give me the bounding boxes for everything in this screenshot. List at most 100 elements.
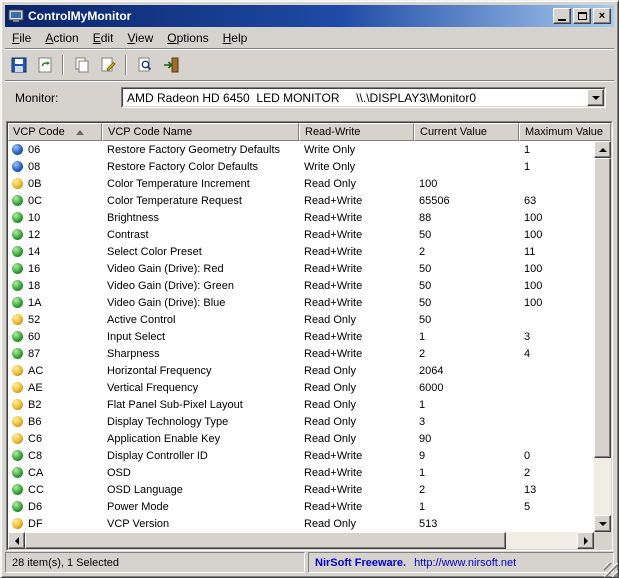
table-row[interactable]: 06 Restore Factory Geometry Defaults Wri…	[8, 141, 594, 158]
cell-read-write: Read+Write	[304, 262, 363, 275]
cell-vcp-code: AC	[28, 364, 44, 377]
cell-vcp-code: 18	[28, 279, 41, 292]
cell-maximum-value: 100	[524, 262, 543, 275]
save-icon	[11, 57, 26, 72]
cell-vcp-code-name: VCP Version	[107, 517, 170, 530]
monitor-combobox[interactable]: AMD Radeon HD 6450 LED MONITOR \\.\DISPL…	[121, 87, 606, 108]
table-row[interactable]: 52 Active Control Read Only 50	[8, 311, 594, 328]
table-row[interactable]: C8 Display Controller ID Read+Write 9 0	[8, 447, 594, 464]
horizontal-scrollbar[interactable]	[8, 532, 594, 549]
resize-grip[interactable]	[604, 563, 618, 577]
table-row[interactable]: AC Horizontal Frequency Read Only 2064	[8, 362, 594, 379]
title-bar: ControlMyMonitor ×	[5, 5, 614, 27]
sort-ascending-icon	[75, 129, 84, 135]
maximize-button[interactable]	[573, 8, 591, 24]
menu-help[interactable]: Help	[216, 29, 255, 48]
cell-vcp-code: 1A	[28, 296, 42, 309]
exit-icon	[163, 57, 178, 72]
nirsoft-url-link[interactable]: http://www.nirsoft.net	[414, 557, 516, 569]
vertical-scrollbar[interactable]	[594, 141, 611, 532]
cell-vcp-code-name: Restore Factory Geometry Defaults	[107, 143, 281, 156]
table-row[interactable]: C6 Application Enable Key Read Only 90	[8, 430, 594, 447]
cell-maximum-value: 1	[524, 143, 531, 156]
horizontal-scrollbar-thumb[interactable]	[25, 532, 506, 549]
table-row[interactable]: 0C Color Temperature Request Read+Write …	[8, 192, 594, 209]
vcp-status-icon	[12, 246, 23, 257]
vcp-status-icon	[12, 467, 23, 478]
cell-vcp-code-name: Application Enable Key	[107, 432, 221, 445]
cell-current-value: 1	[419, 466, 426, 479]
table-row[interactable]: DF VCP Version Read Only 513	[8, 515, 594, 532]
cell-read-write: Read+Write	[304, 500, 363, 513]
vcp-listview: VCP Code VCP Code Name Read-Write Curren…	[6, 121, 613, 551]
table-row[interactable]: 18 Video Gain (Drive): Green Read+Write …	[8, 277, 594, 294]
cell-vcp-code-name: Display Controller ID	[107, 449, 208, 462]
column-header-current-value[interactable]: Current Value	[414, 123, 519, 141]
cell-maximum-value: 100	[524, 228, 543, 241]
table-row[interactable]: B6 Display Technology Type Read Only 3	[8, 413, 594, 430]
scroll-down-button[interactable]	[594, 515, 611, 532]
cell-read-write: Read Only	[304, 313, 356, 326]
column-header-maximum-value[interactable]: Maximum Value	[519, 123, 611, 141]
table-row[interactable]: AE Vertical Frequency Read Only 6000	[8, 379, 594, 396]
menu-view[interactable]: View	[120, 29, 160, 48]
table-row[interactable]: 08 Restore Factory Color Defaults Write …	[8, 158, 594, 175]
table-row[interactable]: B2 Flat Panel Sub-Pixel Layout Read Only…	[8, 396, 594, 413]
maximize-icon	[577, 12, 587, 20]
menu-options[interactable]: Options	[160, 29, 215, 48]
cell-read-write: Read Only	[304, 398, 356, 411]
table-row[interactable]: 14 Select Color Preset Read+Write 2 11	[8, 243, 594, 260]
minimize-button[interactable]	[553, 8, 571, 24]
app-monitor-icon[interactable]	[8, 8, 24, 24]
table-row[interactable]: CA OSD Read+Write 1 2	[8, 464, 594, 481]
table-row[interactable]: 60 Input Select Read+Write 1 3	[8, 328, 594, 345]
vcp-status-icon	[12, 365, 23, 376]
table-row[interactable]: 0B Color Temperature Increment Read Only…	[8, 175, 594, 192]
close-button[interactable]: ×	[593, 8, 611, 24]
window-title: ControlMyMonitor	[28, 9, 132, 23]
combobox-dropdown-button[interactable]	[587, 89, 604, 106]
cell-read-write: Read+Write	[304, 211, 363, 224]
cell-current-value: 1	[419, 500, 426, 513]
cell-vcp-code-name: Vertical Frequency	[107, 381, 199, 394]
save-button[interactable]	[7, 54, 30, 76]
find-icon	[138, 57, 151, 71]
cell-vcp-code-name: Select Color Preset	[107, 245, 202, 258]
cell-current-value: 513	[419, 517, 438, 530]
table-row[interactable]: CC OSD Language Read+Write 2 13	[8, 481, 594, 498]
column-header-label: VCP Code Name	[108, 126, 193, 138]
cell-vcp-code-name: OSD	[107, 466, 131, 479]
table-row[interactable]: D6 Power Mode Read+Write 1 5	[8, 498, 594, 515]
cell-maximum-value: 100	[524, 211, 543, 224]
scroll-left-button[interactable]	[8, 532, 25, 549]
scroll-up-button[interactable]	[594, 141, 611, 158]
cell-current-value: 50	[419, 313, 432, 326]
arrow-up-icon	[598, 147, 607, 152]
cell-vcp-code: CC	[28, 483, 44, 496]
table-row[interactable]: 1A Video Gain (Drive): Blue Read+Write 5…	[8, 294, 594, 311]
cell-current-value: 88	[419, 211, 432, 224]
menu-edit[interactable]: Edit	[86, 29, 121, 48]
table-row[interactable]: 12 Contrast Read+Write 50 100	[8, 226, 594, 243]
column-header-vcp-code-name[interactable]: VCP Code Name	[102, 123, 299, 141]
vcp-status-icon	[12, 212, 23, 223]
properties-button[interactable]	[96, 54, 119, 76]
status-items-count: 28 item(s), 1 Selected	[5, 552, 305, 573]
column-header-vcp-code[interactable]: VCP Code	[8, 123, 102, 141]
menu-file[interactable]: File	[5, 29, 38, 48]
cell-current-value: 50	[419, 279, 432, 292]
vcp-status-icon	[12, 501, 23, 512]
refresh-button[interactable]	[33, 54, 56, 76]
exit-button[interactable]	[159, 54, 182, 76]
monitor-selector-row: Monitor: AMD Radeon HD 6450 LED MONITOR …	[5, 87, 614, 111]
find-button[interactable]	[133, 54, 156, 76]
scroll-right-button[interactable]	[577, 532, 594, 549]
table-row[interactable]: 87 Sharpness Read+Write 2 4	[8, 345, 594, 362]
vertical-scrollbar-thumb[interactable]	[594, 158, 611, 458]
cell-current-value: 50	[419, 296, 432, 309]
copy-button[interactable]	[70, 54, 93, 76]
menu-action[interactable]: Action	[38, 29, 85, 48]
table-row[interactable]: 10 Brightness Read+Write 88 100	[8, 209, 594, 226]
table-row[interactable]: 16 Video Gain (Drive): Red Read+Write 50…	[8, 260, 594, 277]
column-header-read-write[interactable]: Read-Write	[299, 123, 414, 141]
